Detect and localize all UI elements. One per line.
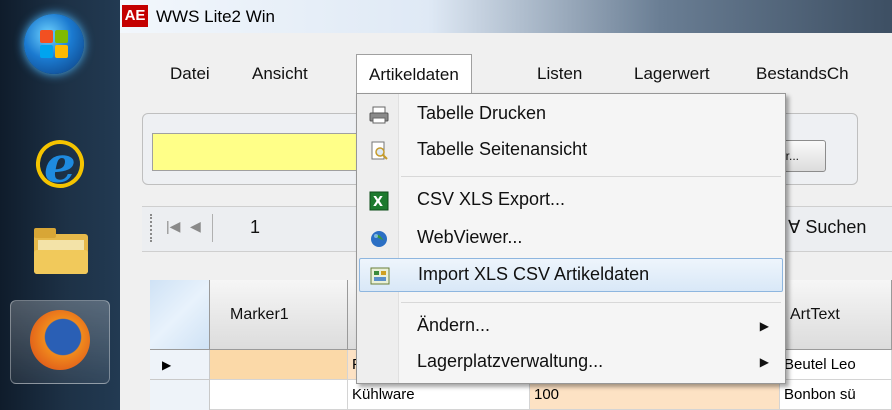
cell-marker[interactable] — [210, 380, 348, 410]
first-record-icon[interactable]: |◀ — [166, 218, 180, 235]
menu-item-label: CSV XLS Export... — [417, 189, 566, 209]
svg-text:e: e — [44, 135, 76, 194]
submenu-arrow-icon: ▶ — [759, 319, 769, 333]
menu-listen[interactable]: Listen — [525, 54, 594, 94]
taskbar: e — [0, 0, 120, 410]
page-number[interactable]: 1 — [250, 217, 260, 238]
menu-item-import-xls-csv[interactable]: Import XLS CSV Artikeldaten — [359, 258, 783, 292]
menu-item-label: Ändern... — [417, 315, 491, 335]
svg-text:X: X — [373, 195, 383, 210]
menu-artikeldaten[interactable]: Artikeldaten — [356, 54, 472, 94]
toolbar-grip[interactable] — [150, 214, 154, 242]
cell-marker[interactable] — [210, 350, 348, 380]
menu-datei[interactable]: Datei — [158, 54, 222, 94]
menu-item-tabelle-drucken[interactable]: Tabelle Drucken — [359, 98, 783, 132]
row-indicator[interactable] — [150, 380, 210, 410]
menu-item-label: Import XLS CSV Artikeldaten — [418, 264, 650, 284]
globe-icon — [371, 231, 387, 247]
print-preview-icon — [371, 141, 388, 160]
import-table-icon — [370, 267, 390, 285]
column-header-marker1[interactable]: Marker1 — [210, 280, 348, 350]
search-button[interactable]: ∀ Suchen — [788, 217, 866, 238]
title-bar: AE WWS Lite2 Win — [120, 0, 892, 33]
submenu-arrow-icon: ▶ — [759, 355, 769, 369]
explorer-folder-icon[interactable] — [32, 224, 90, 276]
column-header-arttext[interactable]: ArtText — [780, 280, 892, 350]
menu-item-label: WebViewer... — [417, 227, 523, 247]
prev-record-icon[interactable]: ◀ — [190, 218, 201, 235]
menu-bestandsch[interactable]: BestandsCh — [744, 54, 861, 94]
grid-corner-select-all[interactable] — [150, 280, 210, 350]
menu-item-webviewer[interactable]: WebViewer... — [359, 222, 783, 256]
menu-item-label: Lagerplatzverwaltung... — [417, 351, 604, 371]
navigator-divider — [212, 214, 213, 242]
printer-icon — [369, 106, 389, 124]
window-title: WWS Lite2 Win — [156, 7, 276, 26]
firefox-icon[interactable] — [30, 310, 90, 370]
menu-item-lagerplatzverwaltung[interactable]: Lagerplatzverwaltung... ▶ — [359, 346, 783, 380]
menu-lagerwert[interactable]: Lagerwert — [622, 54, 722, 94]
menu-bar: Datei Ansicht Artikeldaten Listen Lagerw… — [120, 54, 892, 94]
menu-item-label: Tabelle Drucken — [417, 103, 547, 123]
cell-col3[interactable]: 100 — [530, 380, 780, 410]
menu-item-tabelle-seitenansicht[interactable]: Tabelle Seitenansicht — [359, 134, 783, 168]
search-input[interactable] — [152, 133, 382, 171]
app-logo: AE — [122, 5, 148, 27]
windows-start-icon[interactable] — [24, 14, 84, 74]
menu-item-label: Tabelle Seitenansicht — [417, 139, 588, 159]
menu-ansicht[interactable]: Ansicht — [240, 54, 320, 94]
artikeldaten-dropdown: Tabelle Drucken Tabelle Seitenansicht X … — [356, 93, 786, 384]
row-indicator-icon[interactable]: ▶ — [150, 350, 210, 380]
cell-col2[interactable]: Kühlware — [348, 380, 530, 410]
menu-item-aendern[interactable]: Ändern... ▶ — [359, 310, 783, 344]
cell-arttext[interactable]: Bonbon sü — [780, 380, 892, 410]
menu-separator — [401, 302, 781, 303]
cell-arttext[interactable]: Beutel Leo — [780, 350, 892, 380]
internet-explorer-icon[interactable]: e — [30, 126, 90, 196]
excel-export-icon: X — [369, 191, 389, 211]
menu-separator — [401, 176, 781, 177]
menu-item-csv-xls-export[interactable]: X CSV XLS Export... — [359, 184, 783, 218]
